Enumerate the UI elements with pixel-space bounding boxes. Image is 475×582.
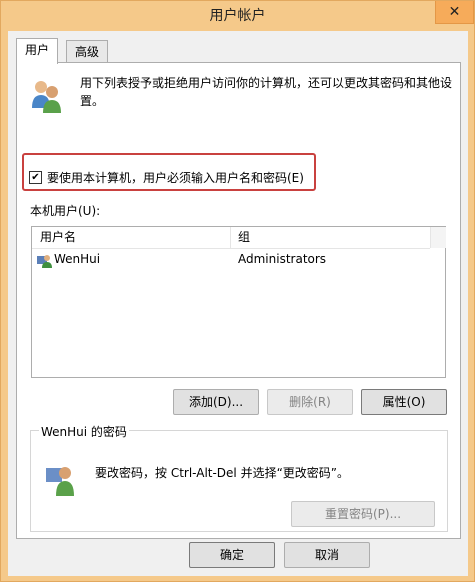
table-row[interactable]: WenHui Administrators — [32, 249, 430, 270]
properties-button[interactable]: 属性(O) — [361, 389, 447, 415]
column-header-username[interactable]: 用户名 — [32, 227, 231, 248]
users-icon — [32, 81, 61, 113]
tab-users[interactable]: 用户 — [16, 38, 59, 64]
password-instructions: 要改密码，按 Ctrl-Alt-Del 并选择“更改密码”。 — [95, 466, 350, 480]
add-button[interactable]: 添加(D)... — [173, 389, 259, 415]
users-tab-panel: 用下列表授予或拒绝用户访问你的计算机，还可以更改其密码和其他设置。 ✔ 要使用本… — [16, 62, 461, 539]
list-header: 用户名 组 — [32, 227, 430, 249]
reset-password-button[interactable]: 重置密码(P)... — [291, 501, 435, 527]
dialog-body: 用户 高级 用下列表授予或拒绝用户访问你的计算机，还可以更改其密码和其他设置。 … — [8, 31, 468, 576]
close-button[interactable]: ✕ — [435, 1, 474, 24]
tab-advanced[interactable]: 高级 — [66, 40, 109, 63]
users-list[interactable]: 用户名 组 WenHui Administrators — [31, 226, 446, 378]
user-accounts-window: 用户帐户 ✕ 用户 高级 用下列表授予或拒绝用户访问你的计算机，还可以更改其密码… — [0, 0, 475, 582]
cancel-button[interactable]: 取消 — [284, 542, 370, 568]
close-icon: ✕ — [448, 4, 461, 20]
column-header-group[interactable]: 组 — [230, 227, 250, 248]
password-groupbox-title: WenHui 的密码 — [39, 423, 129, 440]
row-group: Administrators — [238, 252, 327, 266]
window-title: 用户帐户 — [209, 8, 266, 24]
row-username: WenHui — [54, 252, 101, 266]
require-login-checkbox[interactable]: ✔ — [29, 171, 42, 184]
user-icon — [37, 255, 52, 268]
key-icon — [46, 467, 74, 496]
password-groupbox: WenHui 的密码 要改密码，按 Ctrl-Alt-Del 并选择“更改密码”… — [30, 423, 448, 532]
checkmark-icon: ✔ — [31, 172, 40, 183]
ok-button[interactable]: 确定 — [189, 542, 275, 568]
require-login-label[interactable]: 要使用本计算机，用户必须输入用户名和密码(E) — [47, 169, 304, 186]
local-users-label: 本机用户(U): — [30, 204, 101, 218]
intro-text: 用下列表授予或拒绝用户访问你的计算机，还可以更改其密码和其他设置。 — [80, 76, 453, 108]
list-header-corner — [430, 227, 446, 248]
remove-button[interactable]: 删除(R) — [267, 389, 353, 415]
